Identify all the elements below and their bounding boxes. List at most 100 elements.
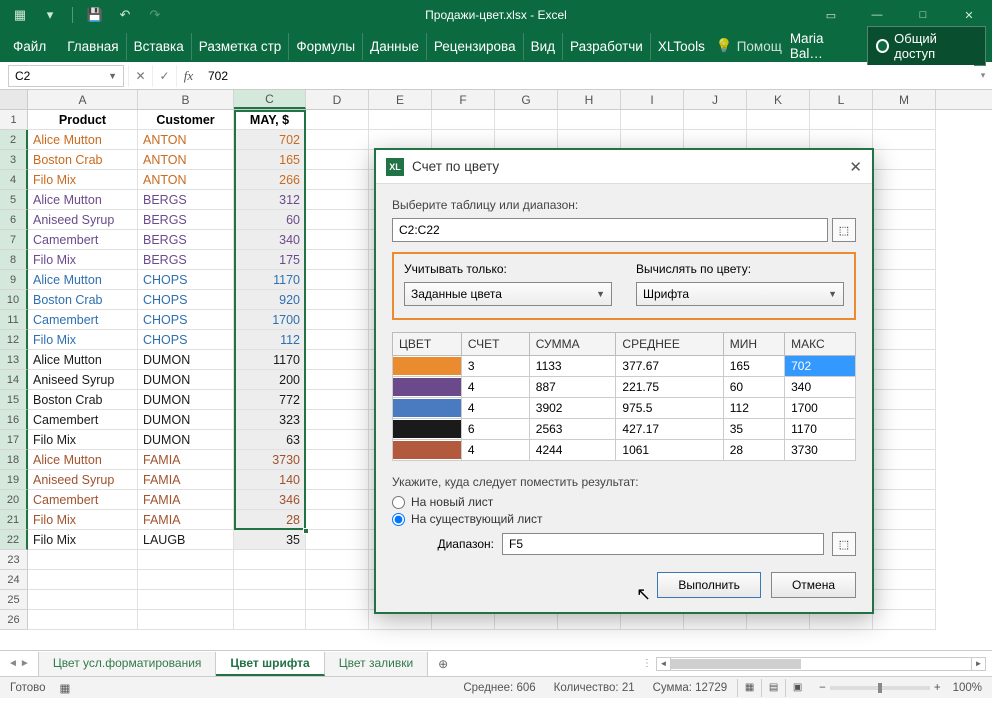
tab-insert[interactable]: Вставка (127, 33, 192, 60)
cell[interactable]: 60 (234, 210, 306, 230)
cell[interactable]: 920 (234, 290, 306, 310)
macro-record-icon[interactable]: ▦ (60, 681, 71, 695)
cell[interactable] (138, 570, 234, 590)
cell[interactable]: Camembert (28, 230, 138, 250)
cell[interactable] (306, 350, 369, 370)
tab-xltools[interactable]: XLTools (651, 33, 712, 60)
tab-file[interactable]: Файл (6, 33, 60, 60)
cell[interactable]: Alice Mutton (28, 190, 138, 210)
cell[interactable] (138, 610, 234, 630)
cell[interactable] (873, 350, 936, 370)
cell[interactable] (369, 110, 432, 130)
cell[interactable]: ANTON (138, 170, 234, 190)
cell[interactable] (306, 230, 369, 250)
tell-me[interactable]: 💡Помощ (716, 38, 782, 54)
name-box[interactable]: C2 ▼ (8, 65, 124, 87)
cell[interactable]: 175 (234, 250, 306, 270)
cell[interactable] (873, 510, 936, 530)
cell[interactable]: Alice Mutton (28, 350, 138, 370)
cell[interactable] (432, 110, 495, 130)
zoom-out-icon[interactable]: − (819, 682, 826, 694)
cell[interactable]: 323 (234, 410, 306, 430)
radio-new-sheet[interactable]: На новый лист (392, 495, 856, 509)
cell[interactable] (873, 170, 936, 190)
cell[interactable]: CHOPS (138, 330, 234, 350)
cell[interactable] (684, 130, 747, 150)
cell[interactable]: 3730 (234, 450, 306, 470)
sheet-tab[interactable]: Цвет шрифта (216, 652, 324, 676)
cell[interactable] (306, 450, 369, 470)
selection-handle[interactable] (303, 528, 309, 534)
cell[interactable]: 312 (234, 190, 306, 210)
table-cell[interactable]: 3 (461, 356, 529, 377)
view-page-break-icon[interactable]: ▣ (785, 679, 809, 697)
cell[interactable]: DUMON (138, 430, 234, 450)
col-header-M[interactable]: M (873, 90, 936, 109)
cancel-formula-icon[interactable]: ✕ (128, 65, 152, 87)
row-header[interactable]: 3 (0, 150, 28, 170)
horizontal-scrollbar[interactable]: ◄► (656, 657, 986, 671)
cell[interactable]: Aniseed Syrup (28, 370, 138, 390)
row-header[interactable]: 11 (0, 310, 28, 330)
row-header[interactable]: 17 (0, 430, 28, 450)
cell[interactable]: Product (28, 110, 138, 130)
save-icon[interactable]: 💾 (83, 3, 107, 27)
cell[interactable]: 1700 (234, 310, 306, 330)
row-header[interactable]: 13 (0, 350, 28, 370)
cell[interactable] (873, 490, 936, 510)
cell[interactable]: FAMIA (138, 450, 234, 470)
cell[interactable]: 1170 (234, 350, 306, 370)
cell[interactable]: BERGS (138, 190, 234, 210)
cell[interactable]: CHOPS (138, 290, 234, 310)
cell[interactable] (306, 330, 369, 350)
cell[interactable]: 702 (234, 130, 306, 150)
row-header[interactable]: 4 (0, 170, 28, 190)
cell[interactable] (558, 110, 621, 130)
cell[interactable]: FAMIA (138, 470, 234, 490)
table-cell[interactable]: 6 (461, 419, 529, 440)
row-header[interactable]: 18 (0, 450, 28, 470)
cell[interactable]: Boston Crab (28, 390, 138, 410)
cell[interactable] (873, 190, 936, 210)
row-header[interactable]: 5 (0, 190, 28, 210)
row-header[interactable]: 21 (0, 510, 28, 530)
cell[interactable] (306, 490, 369, 510)
row-header[interactable]: 16 (0, 410, 28, 430)
fx-icon[interactable]: fx (176, 65, 200, 87)
accept-formula-icon[interactable]: ✓ (152, 65, 176, 87)
table-cell[interactable]: 4 (461, 377, 529, 398)
cell[interactable]: 63 (234, 430, 306, 450)
cell[interactable] (873, 310, 936, 330)
select-all-corner[interactable] (0, 90, 28, 109)
cell[interactable] (306, 190, 369, 210)
col-header-H[interactable]: H (558, 90, 621, 109)
customize-qat-icon[interactable]: ▾ (38, 3, 62, 27)
row-header[interactable]: 1 (0, 110, 28, 130)
cell[interactable]: Boston Crab (28, 150, 138, 170)
col-header-D[interactable]: D (306, 90, 369, 109)
table-cell[interactable]: 28 (723, 440, 784, 461)
cell[interactable]: Filo Mix (28, 510, 138, 530)
sheet-nav[interactable]: ◄► (0, 658, 38, 669)
cell[interactable]: CHOPS (138, 310, 234, 330)
col-header-J[interactable]: J (684, 90, 747, 109)
cell[interactable]: Camembert (28, 310, 138, 330)
table-cell[interactable]: 60 (723, 377, 784, 398)
cell[interactable]: 112 (234, 330, 306, 350)
col-header-E[interactable]: E (369, 90, 432, 109)
zoom-in-icon[interactable]: + (934, 682, 941, 694)
row-header[interactable]: 24 (0, 570, 28, 590)
cell[interactable] (873, 550, 936, 570)
cell[interactable] (369, 130, 432, 150)
cell[interactable]: Filo Mix (28, 530, 138, 550)
cell[interactable]: MAY, $ (234, 110, 306, 130)
cell[interactable]: Alice Mutton (28, 450, 138, 470)
cell[interactable] (138, 550, 234, 570)
cell[interactable]: 28 (234, 510, 306, 530)
cell[interactable] (234, 550, 306, 570)
cell[interactable] (873, 430, 936, 450)
cell[interactable] (873, 290, 936, 310)
tab-review[interactable]: Рецензирова (427, 33, 524, 60)
dialog-close-icon[interactable]: ✕ (849, 158, 862, 176)
cell[interactable] (28, 610, 138, 630)
